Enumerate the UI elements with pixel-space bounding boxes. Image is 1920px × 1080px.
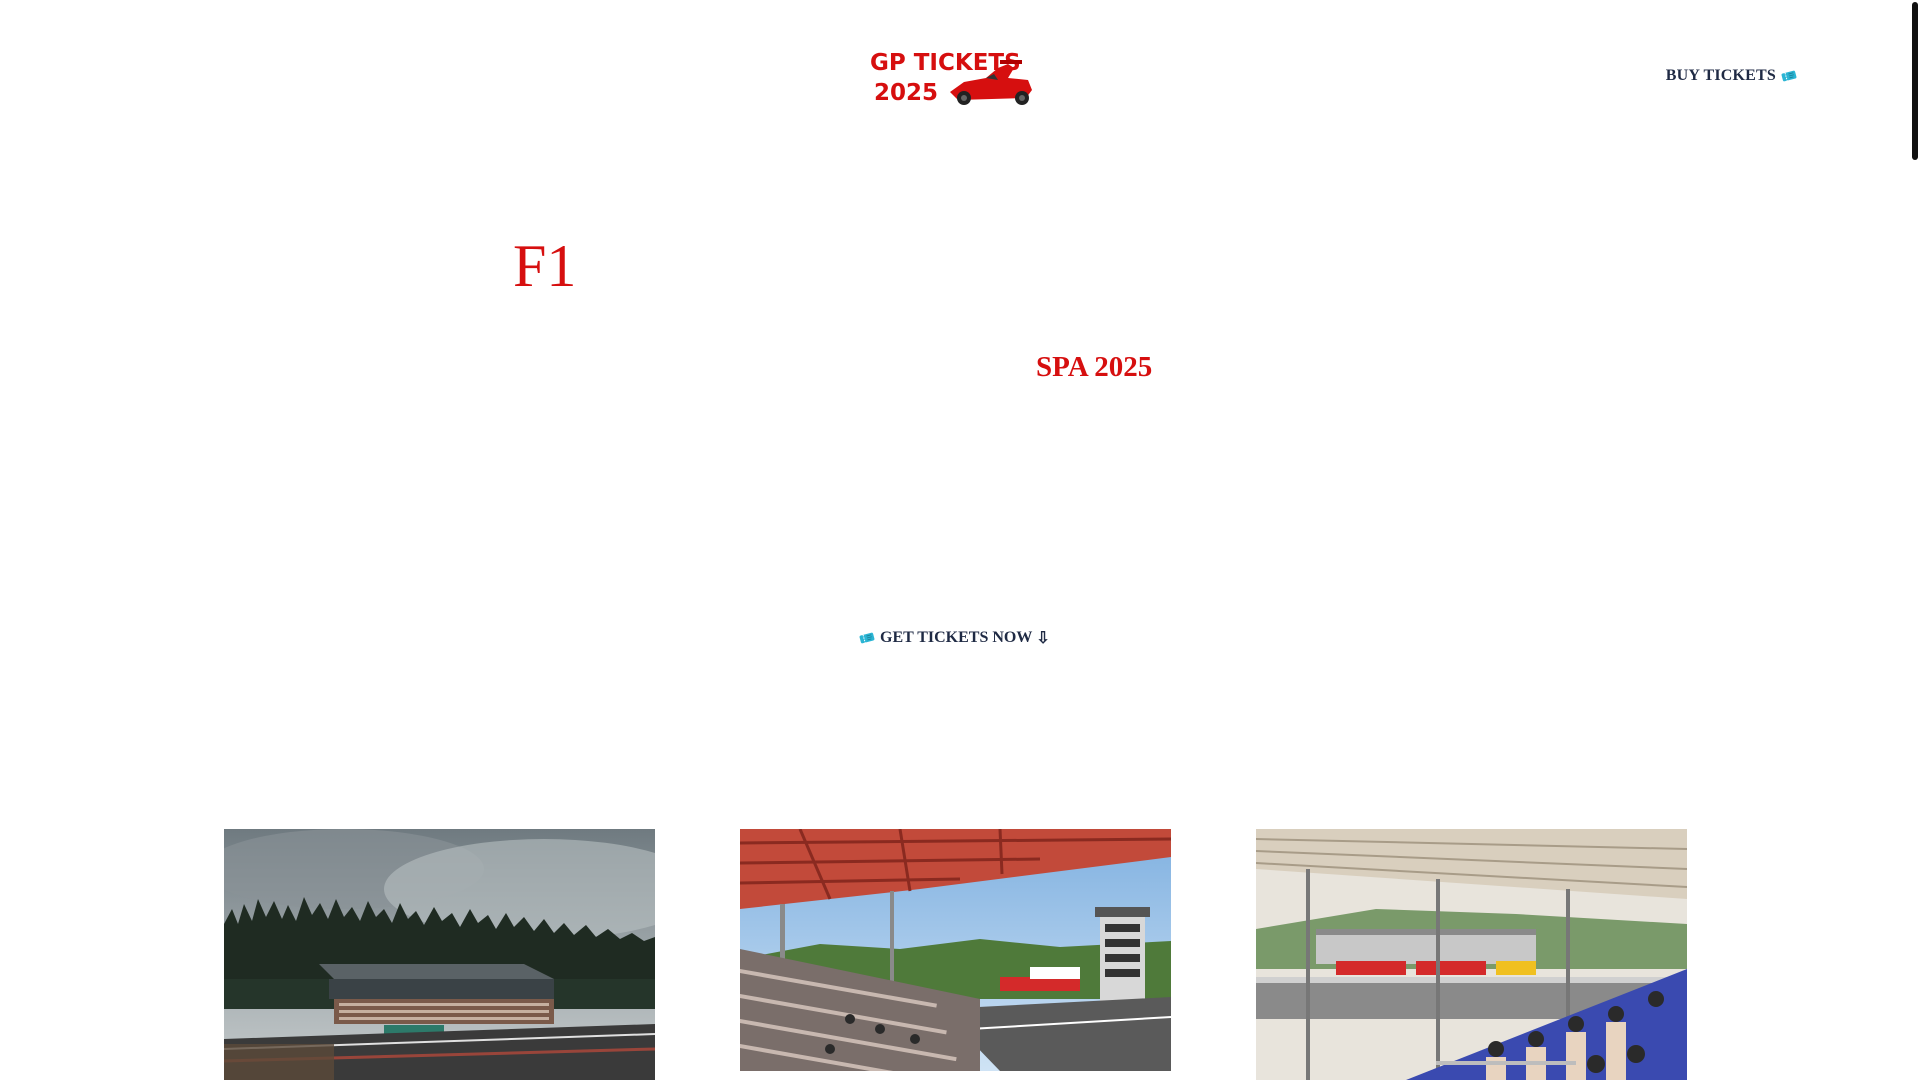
forest-grandstand-image <box>224 829 655 1080</box>
ticket-icon <box>1781 70 1797 82</box>
page-scrollbar[interactable] <box>1908 0 1920 1080</box>
covered-grandstand-image <box>740 829 1171 1071</box>
logo-line2-text: 2025 <box>874 80 938 106</box>
forest-grandstand-photo[interactable] <box>224 829 655 1080</box>
spectator-stand-photo[interactable] <box>1256 829 1687 1080</box>
hero-title-f1: F1 <box>513 233 577 299</box>
hero-title-spa: SPA 2025 <box>1036 351 1153 383</box>
buy-tickets-link[interactable]: BUY TICKETS <box>1666 67 1798 85</box>
get-tickets-button[interactable]: GET TICKETS NOW ⇩ <box>858 628 1050 648</box>
page: GP TICKETS 2025 BUY TICKETS F1 SPA 2025 … <box>0 0 1920 1080</box>
covered-grandstand-photo[interactable] <box>740 829 1171 1071</box>
site-logo[interactable]: GP TICKETS 2025 <box>868 48 1038 112</box>
buy-tickets-label: BUY TICKETS <box>1665 67 1776 84</box>
down-arrow-icon: ⇩ <box>1036 630 1050 647</box>
get-tickets-label: GET TICKETS NOW <box>880 629 1033 646</box>
spectator-stand-image <box>1256 829 1687 1080</box>
logo-graphic: GP TICKETS 2025 <box>870 50 1032 106</box>
ticket-icon <box>859 632 875 644</box>
scrollbar-thumb[interactable] <box>1912 2 1918 160</box>
